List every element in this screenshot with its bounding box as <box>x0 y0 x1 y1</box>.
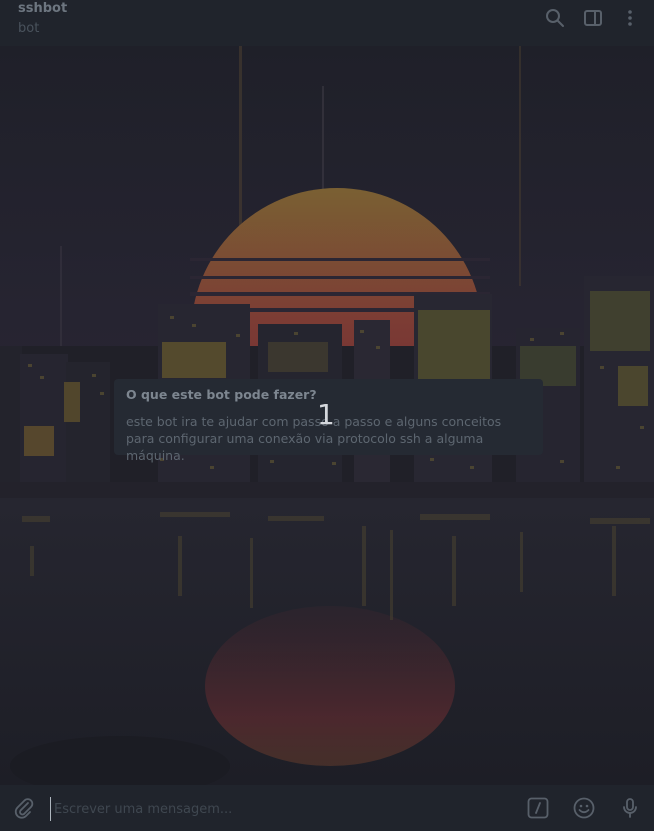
chat-title: sshbot <box>18 1 68 16</box>
chat-header[interactable]: sshbot bot <box>0 0 654 46</box>
more-vertical-icon[interactable] <box>618 6 642 30</box>
bot-commands-icon[interactable] <box>526 796 550 820</box>
chat-subtitle: bot <box>18 21 40 36</box>
telegram-chat-window: sshbot bot O que este bot pode fazer? es… <box>0 0 654 831</box>
emoji-icon[interactable] <box>572 796 596 820</box>
microphone-icon[interactable] <box>618 796 642 820</box>
overlay-number: 1 <box>317 398 335 431</box>
message-composer <box>0 785 654 831</box>
search-icon[interactable] <box>543 6 567 30</box>
bot-intro-title: O que este bot pode fazer? <box>126 387 317 402</box>
sidebar-toggle-icon[interactable] <box>581 6 605 30</box>
message-input[interactable] <box>50 797 516 821</box>
attach-icon[interactable] <box>12 796 36 820</box>
